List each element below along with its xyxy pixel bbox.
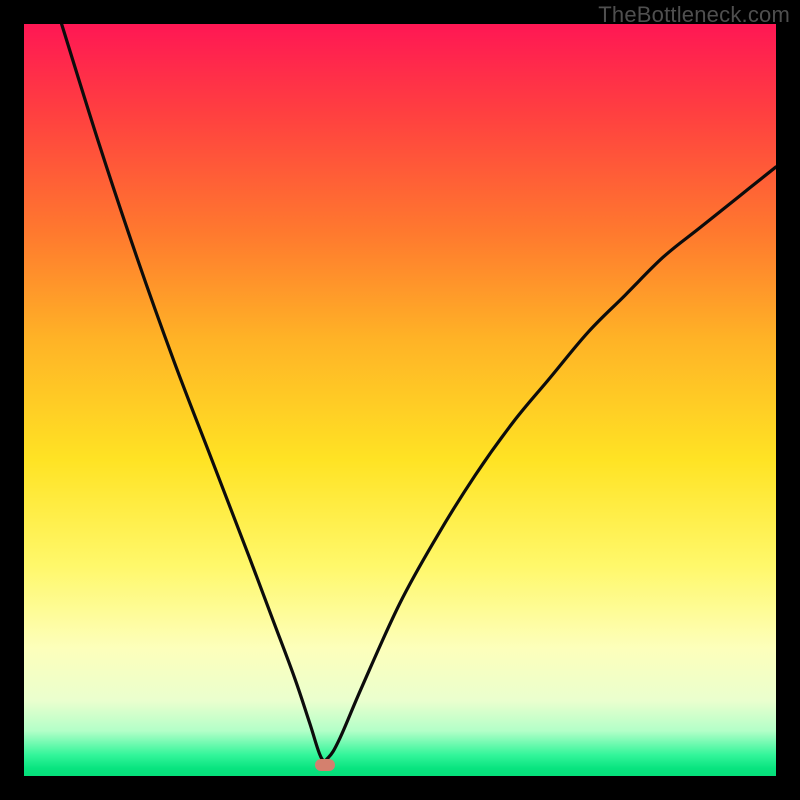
curve-path [62,24,776,761]
bottleneck-curve [24,24,776,776]
ideal-point-marker [315,759,335,771]
